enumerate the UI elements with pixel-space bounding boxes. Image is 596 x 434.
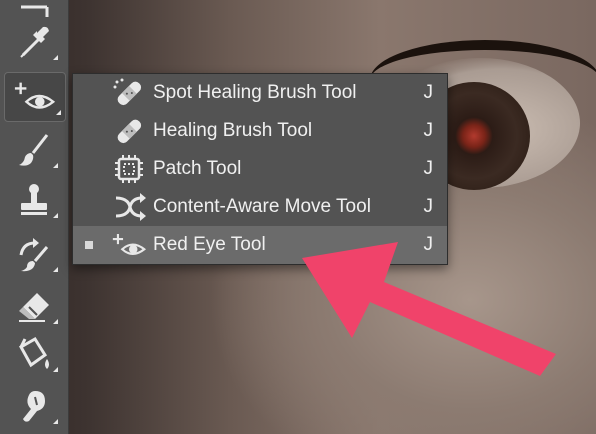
menu-item-label: Content-Aware Move Tool <box>153 196 371 217</box>
shortcut-key: J <box>423 158 434 179</box>
shortcut-key: J <box>423 82 434 103</box>
menu-item-content-aware-move[interactable]: Content-Aware Move Tool J <box>73 188 447 226</box>
brush-icon <box>19 134 49 166</box>
eyedropper-icon <box>20 26 49 58</box>
red-eye-icon <box>109 228 149 262</box>
brush-tool[interactable] <box>6 126 62 174</box>
eraser-icon <box>19 293 49 322</box>
shortcut-key: J <box>423 196 434 217</box>
menu-item-patch[interactable]: Patch Tool J <box>73 150 447 188</box>
spot-healing-brush-icon <box>109 76 149 110</box>
menu-item-label: Healing Brush Tool <box>153 120 313 141</box>
healing-tools-flyout-menu: Spot Healing Brush Tool J Healing Brush … <box>72 73 448 265</box>
red-eye-tool-button[interactable] <box>4 72 66 122</box>
menu-item-healing-brush[interactable]: Healing Brush Tool J <box>73 112 447 150</box>
selected-indicator <box>85 241 93 249</box>
menu-item-label: Red Eye Tool <box>153 234 266 255</box>
tools-panel <box>0 0 69 434</box>
menu-item-label: Patch Tool <box>153 158 242 179</box>
menu-item-red-eye[interactable]: Red Eye Tool J <box>73 226 447 264</box>
history-brush-tool[interactable] <box>6 230 62 278</box>
menu-item-spot-healing-brush[interactable]: Spot Healing Brush Tool J <box>73 74 447 112</box>
smudge-tool[interactable] <box>6 382 62 430</box>
red-eye-icon <box>14 82 56 109</box>
paint-bucket-icon <box>18 336 49 369</box>
healing-brush-icon <box>109 114 149 148</box>
clone-stamp-tool[interactable] <box>6 176 62 224</box>
shortcut-key: J <box>423 120 434 141</box>
patch-icon <box>109 152 149 186</box>
shortcut-key: J <box>423 234 434 255</box>
menu-item-label: Spot Healing Brush Tool <box>153 82 357 103</box>
stamp-icon <box>21 184 47 215</box>
eraser-tool[interactable] <box>6 282 62 330</box>
smudge-icon <box>23 391 45 422</box>
paint-bucket-tool[interactable] <box>6 330 62 378</box>
history-brush-icon <box>19 238 49 272</box>
eyedropper-tool[interactable] <box>6 18 62 66</box>
content-aware-move-icon <box>109 190 149 224</box>
